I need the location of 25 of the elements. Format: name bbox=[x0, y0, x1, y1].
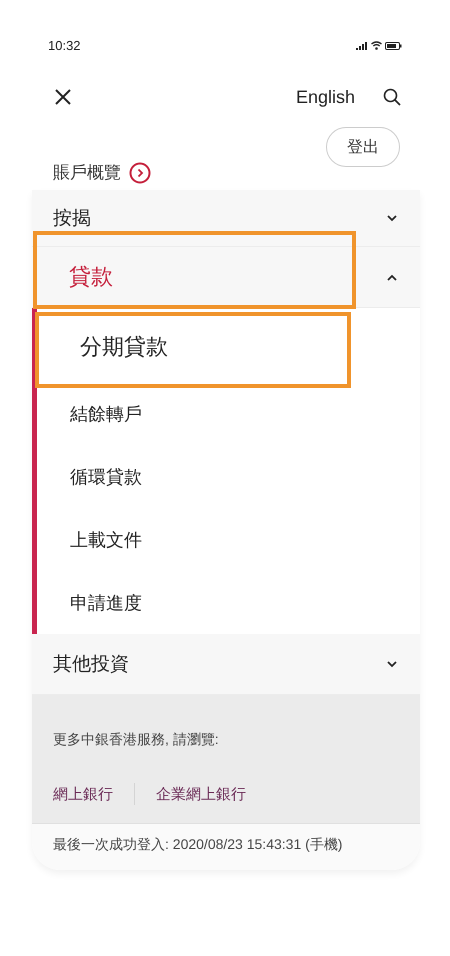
service-link[interactable]: 網上銀行 bbox=[53, 784, 113, 804]
chevron-icon bbox=[386, 273, 398, 281]
menu-item[interactable]: 其他投資 bbox=[32, 634, 420, 695]
status-time: 10:32 bbox=[48, 38, 81, 53]
menu-item[interactable]: 貸款 bbox=[32, 247, 420, 308]
chevron-icon bbox=[386, 214, 398, 222]
battery-icon bbox=[385, 42, 402, 50]
last-login-text: 最後一次成功登入: 2020/08/23 15:43:31 (手機) bbox=[53, 836, 342, 852]
submenu-item[interactable]: 循環貸款 bbox=[37, 445, 420, 508]
close-icon[interactable] bbox=[54, 88, 72, 106]
submenu-item[interactable]: 上載文件 bbox=[37, 508, 420, 571]
chevron-icon bbox=[386, 660, 398, 668]
more-services-text: 更多中銀香港服務, 請瀏覽: bbox=[53, 731, 219, 747]
arrow-circle-icon[interactable] bbox=[129, 162, 151, 184]
submenu-item[interactable]: 申請進度 bbox=[37, 571, 420, 634]
signal-icon bbox=[356, 42, 368, 50]
account-overview-link[interactable]: 賬戶概覽 bbox=[53, 161, 121, 184]
wifi-icon bbox=[371, 41, 382, 50]
language-link[interactable]: English bbox=[296, 86, 355, 108]
submenu-item[interactable]: 結餘轉戶 bbox=[37, 382, 420, 445]
search-icon[interactable] bbox=[383, 88, 401, 106]
menu-item[interactable]: 按揭 bbox=[32, 190, 420, 247]
service-link[interactable]: 企業網上銀行 bbox=[156, 784, 246, 804]
submenu-item[interactable]: 分期貸款 bbox=[37, 312, 420, 382]
logout-button[interactable]: 登出 bbox=[326, 127, 400, 167]
